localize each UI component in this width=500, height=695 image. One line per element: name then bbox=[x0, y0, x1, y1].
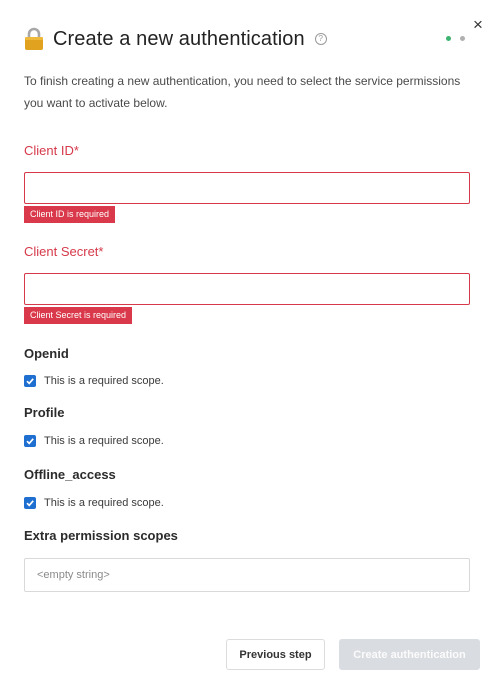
create-authentication-button: Create authentication bbox=[339, 639, 480, 670]
checkmark-icon bbox=[26, 378, 34, 385]
client-secret-input[interactable] bbox=[24, 273, 470, 305]
client-id-error-badge: Client ID is required bbox=[24, 206, 116, 223]
step-dot-inactive bbox=[460, 36, 465, 41]
close-button[interactable]: × bbox=[473, 16, 483, 33]
dialog-header: Create a new authentication ? bbox=[24, 24, 327, 54]
help-circle-icon[interactable]: ? bbox=[314, 33, 327, 45]
step-dot-active bbox=[446, 36, 451, 41]
step-indicator bbox=[446, 36, 465, 41]
scope-openid-note: This is a required scope. bbox=[44, 375, 164, 387]
scope-profile-checkbox[interactable] bbox=[24, 435, 36, 447]
scope-openid-checkbox[interactable] bbox=[24, 375, 36, 387]
scope-openid-row[interactable]: This is a required scope. bbox=[24, 375, 164, 387]
client-secret-label: Client Secret* bbox=[24, 244, 104, 259]
lock-icon bbox=[25, 27, 43, 50]
scope-title-openid: Openid bbox=[24, 346, 69, 361]
intro-text: To finish creating a new authentication,… bbox=[24, 74, 461, 110]
dialog-title: Create a new authentication bbox=[53, 27, 305, 50]
scope-title-profile: Profile bbox=[24, 405, 65, 420]
scope-profile-note: This is a required scope. bbox=[44, 435, 164, 447]
previous-step-button[interactable]: Previous step bbox=[226, 639, 325, 670]
client-id-label: Client ID* bbox=[24, 143, 79, 158]
scope-profile-row[interactable]: This is a required scope. bbox=[24, 435, 164, 447]
extra-scopes-value: <empty string> bbox=[37, 569, 110, 581]
extra-scopes-input[interactable]: <empty string> bbox=[24, 558, 470, 592]
checkmark-icon bbox=[26, 500, 34, 507]
client-secret-error-badge: Client Secret is required bbox=[24, 307, 133, 324]
scope-offline-access-note: This is a required scope. bbox=[44, 497, 164, 509]
checkmark-icon bbox=[26, 438, 34, 445]
scope-offline-access-checkbox[interactable] bbox=[24, 497, 36, 509]
client-id-input[interactable] bbox=[24, 172, 470, 204]
scope-offline-access-row[interactable]: This is a required scope. bbox=[24, 497, 164, 509]
extra-scopes-label: Extra permission scopes bbox=[24, 528, 178, 543]
scope-title-offline-access: Offline_access bbox=[24, 467, 116, 482]
